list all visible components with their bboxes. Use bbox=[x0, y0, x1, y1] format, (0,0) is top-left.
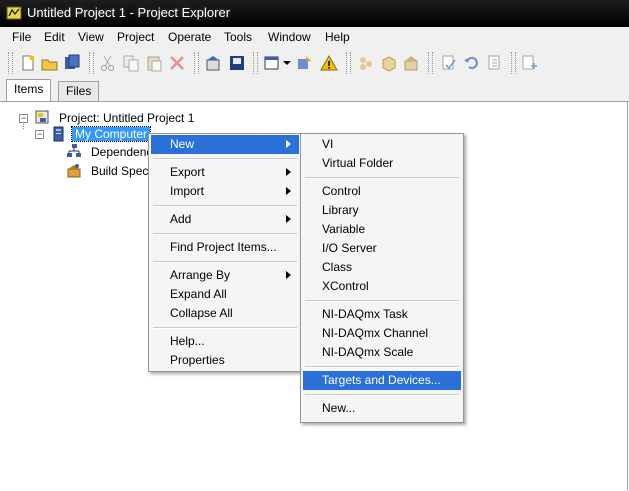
deploy-icon[interactable] bbox=[228, 54, 246, 72]
toolbar-separator bbox=[346, 52, 351, 74]
warning-icon[interactable] bbox=[320, 54, 338, 72]
menu-separator bbox=[305, 177, 459, 179]
menu-separator bbox=[153, 205, 297, 207]
title-bar[interactable]: Untitled Project 1 - Project Explorer bbox=[0, 0, 629, 27]
menu-file[interactable]: File bbox=[12, 30, 31, 44]
project-icon bbox=[35, 110, 49, 124]
menu-item-export[interactable]: Export bbox=[151, 163, 299, 182]
menu-tools[interactable]: Tools bbox=[224, 30, 252, 44]
submenu-item-xcontrol[interactable]: XControl bbox=[303, 277, 461, 296]
menu-item-add-label: Add bbox=[170, 212, 192, 226]
menu-item-collapse-all[interactable]: Collapse All bbox=[151, 304, 299, 323]
view-icon[interactable] bbox=[263, 54, 281, 72]
undo-icon[interactable] bbox=[463, 54, 481, 72]
collapse-computer-icon[interactable]: − bbox=[35, 130, 44, 139]
menu-separator bbox=[305, 394, 459, 396]
submenu-item-library[interactable]: Library bbox=[303, 201, 461, 220]
dependencies-icon[interactable] bbox=[486, 54, 504, 72]
tree-item-build-specifications[interactable]: Build Speci bbox=[91, 164, 151, 178]
menu-item-new-label: New bbox=[170, 137, 195, 151]
menu-separator bbox=[153, 158, 297, 160]
build-specifications-icon bbox=[67, 164, 81, 178]
toolbar bbox=[0, 48, 629, 80]
menu-separator bbox=[153, 261, 297, 263]
menu-separator bbox=[153, 233, 297, 235]
context-menu: New Export Import Add Find Project Items… bbox=[148, 133, 302, 372]
submenu-item-class[interactable]: Class bbox=[303, 258, 461, 277]
submenu-arrow-icon bbox=[286, 187, 291, 195]
submenu-arrow-icon bbox=[286, 271, 291, 279]
submenu-item-io-server[interactable]: I/O Server bbox=[303, 239, 461, 258]
menu-view[interactable]: View bbox=[78, 30, 104, 44]
submenu-item-new[interactable]: New... bbox=[303, 399, 461, 418]
menu-separator bbox=[305, 366, 459, 368]
submenu-item-vi[interactable]: VI bbox=[303, 135, 461, 154]
add-file-icon[interactable] bbox=[520, 54, 538, 72]
cut-icon[interactable] bbox=[99, 54, 117, 72]
tab-strip: Items Files bbox=[0, 79, 629, 102]
menu-item-add[interactable]: Add bbox=[151, 210, 299, 229]
copy-icon[interactable] bbox=[122, 54, 140, 72]
labview-app-icon[interactable] bbox=[6, 5, 22, 21]
build-icon[interactable] bbox=[205, 54, 223, 72]
toolbar-separator bbox=[194, 52, 199, 74]
new-icon[interactable] bbox=[19, 54, 37, 72]
class-icon[interactable] bbox=[380, 54, 398, 72]
menu-item-import[interactable]: Import bbox=[151, 182, 299, 201]
submenu-item-virtual-folder[interactable]: Virtual Folder bbox=[303, 154, 461, 173]
menu-project[interactable]: Project bbox=[117, 30, 154, 44]
menu-operate[interactable]: Operate bbox=[168, 30, 211, 44]
menu-window[interactable]: Window bbox=[268, 30, 311, 44]
menu-separator bbox=[153, 327, 297, 329]
submenu-arrow-icon bbox=[286, 168, 291, 176]
submenu-item-targets-and-devices[interactable]: Targets and Devices... bbox=[303, 371, 461, 390]
submenu-item-control[interactable]: Control bbox=[303, 182, 461, 201]
pane-border bbox=[627, 101, 628, 490]
menu-item-new[interactable]: New bbox=[151, 135, 299, 154]
toolbar-separator bbox=[89, 52, 94, 74]
tree-item-project[interactable]: Project: Untitled Project 1 bbox=[59, 111, 194, 125]
paste-icon[interactable] bbox=[145, 54, 163, 72]
properties-icon[interactable] bbox=[296, 54, 314, 72]
new-submenu: VI Virtual Folder Control Library Variab… bbox=[300, 133, 464, 423]
toolbar-separator bbox=[253, 52, 258, 74]
menu-edit[interactable]: Edit bbox=[44, 30, 65, 44]
open-icon[interactable] bbox=[41, 54, 59, 72]
submenu-item-daqmx-scale[interactable]: NI-DAQmx Scale bbox=[303, 343, 461, 362]
toolbar-separator bbox=[511, 52, 516, 74]
dependencies-tree-icon bbox=[67, 144, 81, 157]
menu-item-arrange-by[interactable]: Arrange By bbox=[151, 266, 299, 285]
menu-item-export-label: Export bbox=[170, 165, 205, 179]
save-all-icon[interactable] bbox=[63, 54, 81, 72]
menu-item-properties[interactable]: Properties bbox=[151, 351, 299, 370]
tree-line bbox=[23, 122, 24, 129]
library-icon[interactable] bbox=[357, 54, 375, 72]
submenu-arrow-icon bbox=[286, 215, 291, 223]
toolbar-separator bbox=[8, 52, 13, 74]
tree-item-my-computer[interactable]: My Computer bbox=[70, 126, 152, 142]
computer-icon bbox=[53, 126, 64, 142]
menu-item-arrange-by-label: Arrange By bbox=[170, 268, 231, 282]
menu-item-import-label: Import bbox=[170, 184, 205, 198]
submenu-item-daqmx-channel[interactable]: NI-DAQmx Channel bbox=[303, 324, 461, 343]
menu-item-help[interactable]: Help... bbox=[151, 332, 299, 351]
tab-files[interactable]: Files bbox=[58, 81, 100, 102]
check-icon[interactable] bbox=[440, 54, 458, 72]
submenu-arrow-icon bbox=[286, 140, 291, 148]
tree-item-dependencies[interactable]: Dependenc bbox=[91, 145, 152, 159]
submenu-item-variable[interactable]: Variable bbox=[303, 220, 461, 239]
delete-icon[interactable] bbox=[168, 54, 186, 72]
menu-item-expand-all[interactable]: Expand All bbox=[151, 285, 299, 304]
tab-items[interactable]: Items bbox=[6, 79, 52, 102]
package-icon[interactable] bbox=[403, 54, 421, 72]
window-title: Untitled Project 1 - Project Explorer bbox=[27, 5, 231, 20]
view-dropdown-arrow-icon[interactable] bbox=[283, 61, 291, 65]
submenu-item-daqmx-task[interactable]: NI-DAQmx Task bbox=[303, 305, 461, 324]
menu-separator bbox=[305, 300, 459, 302]
menu-bar: File Edit View Project Operate Tools Win… bbox=[0, 27, 629, 49]
menu-item-find-project-items[interactable]: Find Project Items... bbox=[151, 238, 299, 257]
toolbar-separator bbox=[428, 52, 433, 74]
menu-help[interactable]: Help bbox=[325, 30, 350, 44]
